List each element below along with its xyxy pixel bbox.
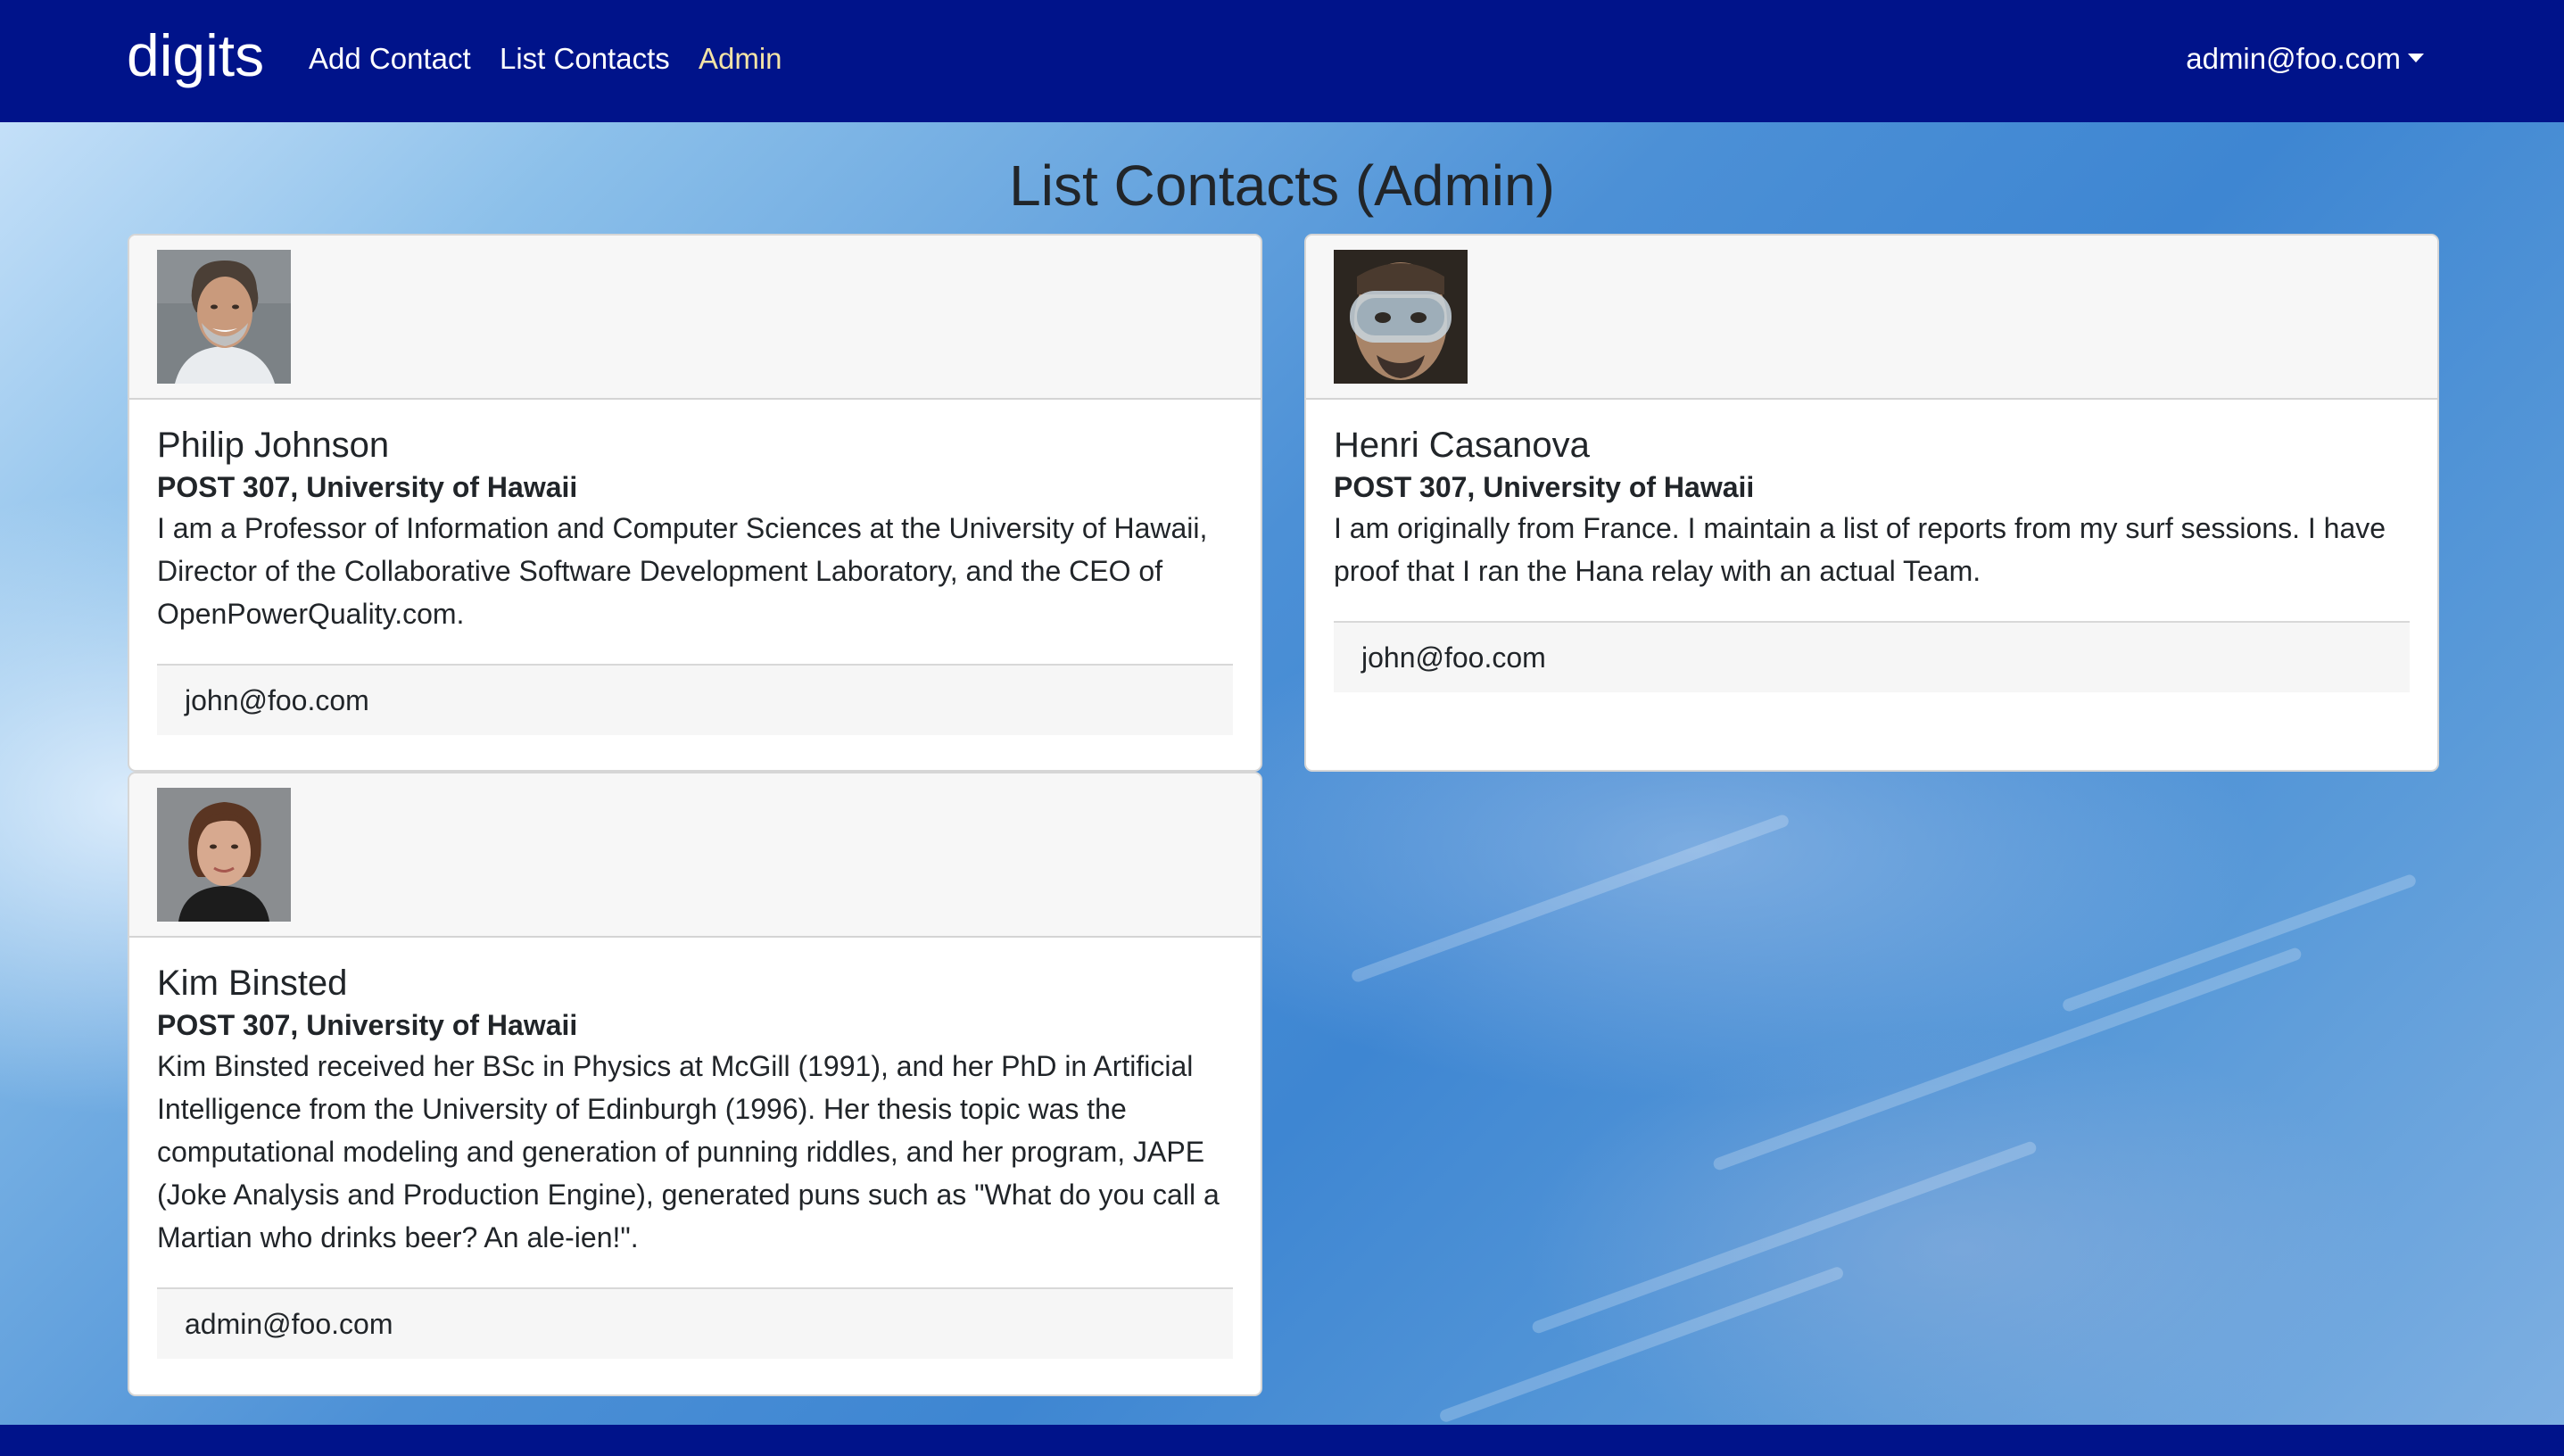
user-email: admin@foo.com — [2186, 42, 2401, 75]
caret-down-icon — [2408, 54, 2424, 62]
footer-bar — [0, 1425, 2564, 1456]
card-header — [129, 774, 1261, 938]
avatar — [157, 250, 291, 384]
card-body: Kim Binsted POST 307, University of Hawa… — [157, 961, 1233, 1359]
contact-card: Kim Binsted POST 307, University of Hawa… — [128, 772, 1262, 1396]
contact-owner: admin@foo.com — [157, 1287, 1233, 1359]
avatar — [157, 788, 291, 922]
contact-address: POST 307, University of Hawaii — [1334, 471, 1755, 503]
user-dropdown[interactable]: admin@foo.com — [2186, 39, 2424, 79]
contact-description: I am originally from France. I maintain … — [1334, 512, 2386, 587]
contact-address: POST 307, University of Hawaii — [157, 1009, 578, 1041]
contact-name: Philip Johnson — [157, 426, 390, 465]
brand-logo[interactable]: digits — [127, 21, 264, 89]
top-navbar: digits Add Contact List Contacts Admin a… — [0, 0, 2564, 122]
contact-owner: john@foo.com — [1334, 621, 2410, 692]
contact-card: Philip Johnson POST 307, University of H… — [128, 234, 1262, 772]
card-header — [1306, 236, 2437, 400]
nav-list-contacts[interactable]: List Contacts — [500, 39, 670, 79]
contact-name: Henri Casanova — [1334, 426, 1590, 465]
nav-add-contact[interactable]: Add Contact — [309, 39, 471, 79]
nav-admin[interactable]: Admin — [699, 39, 782, 79]
card-body: Henri Casanova POST 307, University of H… — [1334, 423, 2410, 692]
contact-address: POST 307, University of Hawaii — [157, 471, 578, 503]
contact-description: Kim Binsted received her BSc in Physics … — [157, 1050, 1220, 1253]
card-header — [129, 236, 1261, 400]
woman-portrait-photo-icon — [157, 788, 291, 922]
page-title: List Contacts (Admin) — [1009, 153, 1555, 218]
contact-description: I am a Professor of Information and Comp… — [157, 512, 1208, 630]
man-in-goggles-photo-icon — [1334, 250, 1468, 384]
card-body: Philip Johnson POST 307, University of H… — [157, 423, 1233, 735]
contact-owner: john@foo.com — [157, 664, 1233, 735]
man-portrait-photo-icon — [157, 250, 291, 384]
contact-name: Kim Binsted — [157, 964, 348, 1003]
contact-card: Henri Casanova POST 307, University of H… — [1304, 234, 2439, 772]
avatar — [1334, 250, 1468, 384]
